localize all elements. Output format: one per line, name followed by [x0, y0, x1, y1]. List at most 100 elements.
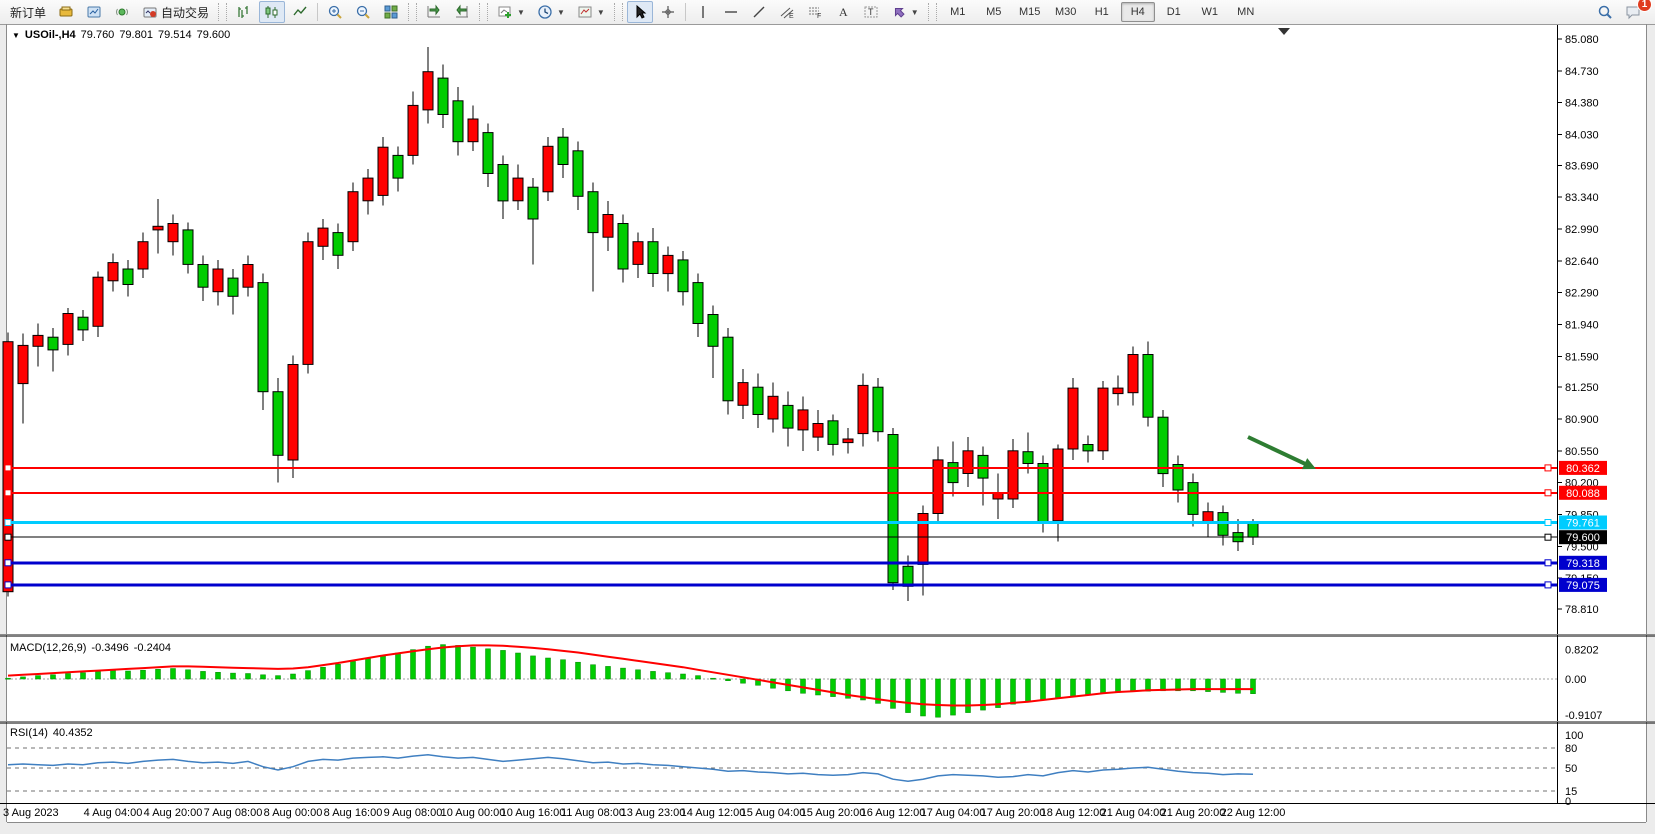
cursor-icon: [632, 4, 648, 20]
svg-text:83.340: 83.340: [1565, 192, 1599, 204]
svg-text:82.640: 82.640: [1565, 256, 1599, 268]
text-icon: A: [835, 4, 851, 20]
zoom-out-icon: [355, 4, 371, 20]
svg-text:17 Aug 20:00: 17 Aug 20:00: [981, 807, 1046, 819]
candle-chart-icon: [264, 4, 280, 20]
svg-text:100: 100: [1565, 730, 1583, 742]
chart-window: 85.08084.73084.38084.03083.69083.34082.9…: [0, 24, 1655, 834]
search-button[interactable]: [1592, 1, 1618, 23]
svg-text:4 Aug 20:00: 4 Aug 20:00: [144, 807, 203, 819]
chart-shift-button[interactable]: [449, 1, 475, 23]
svg-text:82.990: 82.990: [1565, 224, 1599, 236]
high-value: 79.801: [119, 29, 153, 41]
svg-text:0.8202: 0.8202: [1565, 645, 1599, 657]
periods-button[interactable]: ▼: [532, 1, 570, 23]
svg-text:84.730: 84.730: [1565, 66, 1599, 78]
svg-text:81.590: 81.590: [1565, 351, 1599, 363]
new-order-button[interactable]: 新订单: [5, 1, 51, 23]
zoom-in-button[interactable]: [322, 1, 348, 23]
trendline-icon: [751, 4, 767, 20]
data-window-icon: [86, 4, 102, 20]
svg-text:50: 50: [1565, 763, 1577, 775]
text-button[interactable]: A: [830, 1, 856, 23]
low-value: 79.514: [158, 29, 192, 41]
svg-text:82.290: 82.290: [1565, 288, 1599, 300]
new-chart-button[interactable]: ▼: [492, 1, 530, 23]
toolbar-separator: [685, 3, 686, 21]
auto-scroll-icon: [426, 4, 442, 20]
toolbar-group-grip: [614, 3, 623, 21]
svg-text:A: A: [839, 5, 848, 19]
svg-text:9 Aug 08:00: 9 Aug 08:00: [384, 807, 443, 819]
svg-text:4 Aug 04:00: 4 Aug 04:00: [84, 807, 143, 819]
zoom-out-button[interactable]: [350, 1, 376, 23]
toolbar-buttons: 新订单 自动交易 ▼ ▼ ▼ E F AT ▼: [0, 1, 940, 23]
timeframe-m15-button[interactable]: M15: [1013, 2, 1047, 22]
trendline-button[interactable]: [746, 1, 772, 23]
crosshair-button[interactable]: [655, 1, 681, 23]
svg-text:84.030: 84.030: [1565, 129, 1599, 141]
timeframe-d1-button[interactable]: D1: [1157, 2, 1191, 22]
timeframe-m5-button[interactable]: M5: [977, 2, 1011, 22]
fibonacci-icon: F: [807, 4, 823, 20]
svg-text:17 Aug 04:00: 17 Aug 04:00: [921, 807, 986, 819]
svg-text:15 Aug 20:00: 15 Aug 20:00: [801, 807, 866, 819]
svg-text:8 Aug 16:00: 8 Aug 16:00: [324, 807, 383, 819]
bar-chart-icon: [236, 4, 252, 20]
price-chart[interactable]: 85.08084.73084.38084.03083.69083.34082.9…: [0, 24, 1655, 834]
svg-text:22 Aug 12:00: 22 Aug 12:00: [1221, 807, 1286, 819]
line-chart-icon: [292, 4, 308, 20]
auto-scroll-button[interactable]: [421, 1, 447, 23]
toolbar-right: 1: [1591, 1, 1655, 23]
svg-text:16 Aug 12:00: 16 Aug 12:00: [861, 807, 926, 819]
collapse-icon[interactable]: ▼: [12, 31, 20, 40]
tile-windows-button[interactable]: [378, 1, 404, 23]
equidistant-channel-button[interactable]: E: [774, 1, 800, 23]
svg-text:79.600: 79.600: [1566, 532, 1600, 544]
vertical-line-button[interactable]: [690, 1, 716, 23]
mt4-application: { "toolbar": { "items": [ {"t":"btn","na…: [0, 0, 1655, 834]
chevron-down-icon[interactable]: ▼: [517, 8, 525, 17]
text-label-button[interactable]: T: [858, 1, 884, 23]
auto-trading-button-label: 自动交易: [161, 4, 209, 21]
timeframe-h1-button[interactable]: H1: [1085, 2, 1119, 22]
fibonacci-button[interactable]: F: [802, 1, 828, 23]
svg-text:-0.9107: -0.9107: [1565, 710, 1602, 722]
line-chart-button[interactable]: [287, 1, 313, 23]
svg-text:10 Aug 16:00: 10 Aug 16:00: [501, 807, 566, 819]
close-value: 79.600: [197, 29, 231, 41]
auto-trading-button[interactable]: 自动交易: [137, 1, 214, 23]
chevron-down-icon[interactable]: ▼: [911, 8, 919, 17]
timeframe-w1-button[interactable]: W1: [1193, 2, 1227, 22]
bar-chart-button[interactable]: [231, 1, 257, 23]
notifications-button[interactable]: 1: [1620, 1, 1646, 23]
timeframe-m30-button[interactable]: M30: [1049, 2, 1083, 22]
timeframe-m1-button[interactable]: M1: [941, 2, 975, 22]
signals-icon: [114, 4, 130, 20]
timeframe-h4-button[interactable]: H4: [1121, 2, 1155, 22]
market-watch-button[interactable]: [53, 1, 79, 23]
arrows-button[interactable]: ▼: [886, 1, 924, 23]
svg-text:83.690: 83.690: [1565, 160, 1599, 172]
cursor-button[interactable]: [627, 1, 653, 23]
timeframe-mn-button[interactable]: MN: [1229, 2, 1263, 22]
svg-text:13 Aug 23:00: 13 Aug 23:00: [621, 807, 686, 819]
svg-text:18 Aug 12:00: 18 Aug 12:00: [1041, 807, 1106, 819]
signals-button[interactable]: [109, 1, 135, 23]
svg-text:79.318: 79.318: [1566, 558, 1600, 570]
templates-button[interactable]: ▼: [572, 1, 610, 23]
svg-text:81.250: 81.250: [1565, 382, 1599, 394]
svg-text:F: F: [817, 13, 821, 20]
horizontal-line-button[interactable]: [718, 1, 744, 23]
data-window-button[interactable]: [81, 1, 107, 23]
candlestick-chart-button[interactable]: [259, 1, 285, 23]
template-icon: [577, 4, 593, 20]
chevron-down-icon[interactable]: ▼: [597, 8, 605, 17]
chevron-down-icon[interactable]: ▼: [557, 8, 565, 17]
svg-text:8 Aug 00:00: 8 Aug 00:00: [264, 807, 323, 819]
new-chart-icon: [497, 4, 513, 20]
timeframe-toolbar: M1M5M15M30H1H4D1W1MN: [940, 2, 1264, 22]
svg-text:21 Aug 20:00: 21 Aug 20:00: [1161, 807, 1226, 819]
toolbar-group-grip: [218, 3, 227, 21]
svg-text:80.362: 80.362: [1566, 463, 1600, 475]
